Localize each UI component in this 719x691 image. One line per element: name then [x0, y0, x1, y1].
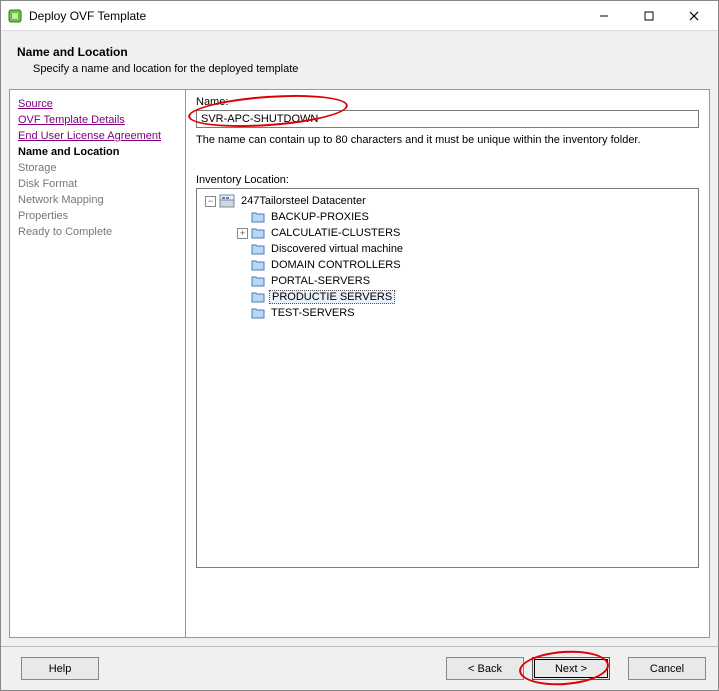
folder-icon: [251, 243, 265, 255]
back-button[interactable]: < Back: [446, 657, 524, 680]
folder-icon: [251, 307, 265, 319]
content-area: Source OVF Template Details End User Lic…: [9, 89, 710, 638]
tree-item[interactable]: PORTAL-SERVERS: [199, 273, 696, 289]
tree-item-selected[interactable]: PRODUCTIE SERVERS: [199, 289, 696, 305]
cancel-button[interactable]: Cancel: [628, 657, 706, 680]
folder-icon: [251, 227, 265, 239]
titlebar: Deploy OVF Template: [1, 1, 718, 31]
name-input[interactable]: [196, 110, 699, 128]
tree-item[interactable]: DOMAIN CONTROLLERS: [199, 257, 696, 273]
datacenter-icon: [219, 194, 235, 208]
help-button[interactable]: Help: [21, 657, 99, 680]
step-source[interactable]: Source: [18, 96, 177, 112]
folder-icon: [251, 259, 265, 271]
next-button[interactable]: Next >: [532, 657, 610, 680]
tree-item-label[interactable]: BACKUP-PROXIES: [269, 211, 371, 223]
tree-item[interactable]: + CALCULATIE-CLUSTERS: [199, 225, 696, 241]
page-subtitle: Specify a name and location for the depl…: [33, 63, 710, 75]
folder-icon: [251, 291, 265, 303]
step-network-mapping: Network Mapping: [18, 192, 177, 208]
tree-item-label[interactable]: Discovered virtual machine: [269, 243, 405, 255]
step-eula[interactable]: End User License Agreement: [18, 128, 177, 144]
step-storage: Storage: [18, 160, 177, 176]
tree-item-label[interactable]: PORTAL-SERVERS: [269, 275, 372, 287]
window-title: Deploy OVF Template: [29, 9, 581, 23]
name-label: Name:: [196, 96, 699, 108]
collapse-icon[interactable]: −: [205, 196, 216, 207]
inventory-tree[interactable]: − 247Tailorsteel Datacenter: [196, 188, 699, 568]
close-button[interactable]: [671, 2, 716, 30]
tree-root[interactable]: − 247Tailorsteel Datacenter: [199, 193, 696, 209]
window-controls: [581, 2, 716, 30]
tree-item[interactable]: TEST-SERVERS: [199, 305, 696, 321]
folder-icon: [251, 275, 265, 287]
main-panel: Name: The name can contain up to 80 char…: [186, 90, 709, 637]
step-disk-format: Disk Format: [18, 176, 177, 192]
folder-icon: [251, 211, 265, 223]
step-name-location: Name and Location: [18, 144, 177, 160]
wizard-header: Name and Location Specify a name and loc…: [1, 31, 718, 89]
inventory-label: Inventory Location:: [196, 174, 699, 186]
wizard-steps: Source OVF Template Details End User Lic…: [10, 90, 186, 637]
tree-root-label[interactable]: 247Tailorsteel Datacenter: [239, 195, 368, 207]
tree-item-label[interactable]: CALCULATIE-CLUSTERS: [269, 227, 402, 239]
step-properties: Properties: [18, 208, 177, 224]
deploy-ovf-window: Deploy OVF Template Name and Location Sp…: [0, 0, 719, 691]
app-icon: [7, 8, 23, 24]
wizard-footer: Help < Back Next > Cancel: [1, 646, 718, 690]
tree-item-label[interactable]: DOMAIN CONTROLLERS: [269, 259, 403, 271]
tree-item-label[interactable]: TEST-SERVERS: [269, 307, 357, 319]
step-ovf-details[interactable]: OVF Template Details: [18, 112, 177, 128]
tree-item-label[interactable]: PRODUCTIE SERVERS: [269, 290, 395, 304]
tree-item[interactable]: Discovered virtual machine: [199, 241, 696, 257]
expand-icon[interactable]: +: [237, 228, 248, 239]
tree-item[interactable]: BACKUP-PROXIES: [199, 209, 696, 225]
name-hint: The name can contain up to 80 characters…: [196, 134, 699, 146]
maximize-button[interactable]: [626, 2, 671, 30]
minimize-button[interactable]: [581, 2, 626, 30]
page-title: Name and Location: [17, 45, 710, 59]
step-ready: Ready to Complete: [18, 224, 177, 240]
